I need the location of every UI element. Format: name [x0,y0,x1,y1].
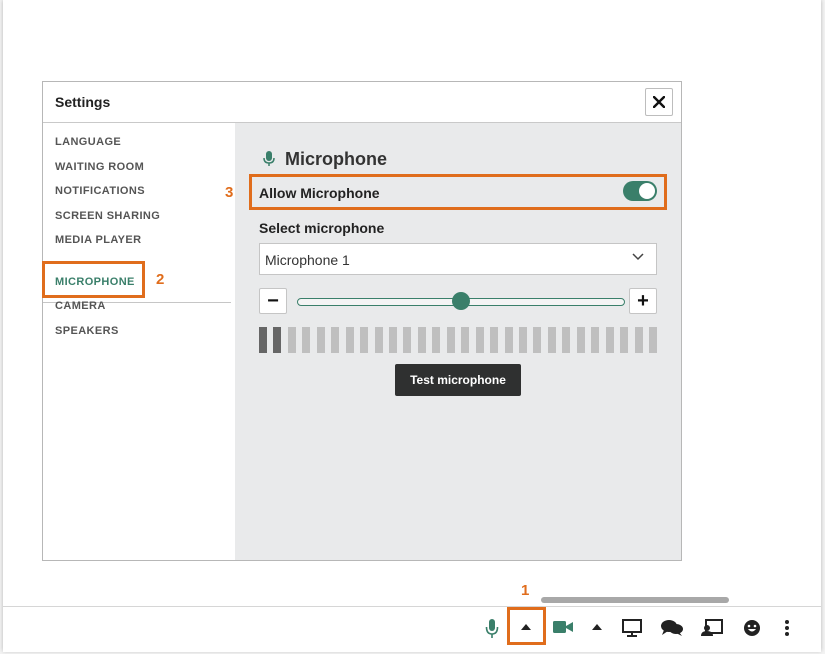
meter-segment [259,327,267,353]
annotation-box-2 [42,261,145,298]
annotation-number-1: 1 [521,582,530,599]
meter-segment [418,327,426,353]
more-icon[interactable] [784,619,790,637]
meter-segment [461,327,469,353]
sidebar-item-language[interactable]: LANGUAGE [55,136,121,148]
select-microphone-label: Select microphone [259,220,385,236]
meter-segment [273,327,281,353]
horizontal-scrollbar[interactable] [541,597,729,603]
volume-slider-thumb[interactable] [452,292,470,310]
sidebar-item-speakers[interactable]: SPEAKERS [55,325,119,337]
meter-segment [490,327,498,353]
bottom-toolbar [3,606,821,652]
meter-segment [606,327,614,353]
volume-increase-button[interactable]: + [629,288,657,314]
test-microphone-button[interactable]: Test microphone [395,364,521,396]
dialog-header: Settings [43,82,681,123]
meter-segment [346,327,354,353]
microphone-select-value: Microphone 1 [265,252,350,268]
meter-segment [432,327,440,353]
annotation-number-2: 2 [156,271,165,288]
annotation-box-3 [249,174,667,210]
settings-sidebar: LANGUAGE WAITING ROOM NOTIFICATIONS SCRE… [43,123,235,560]
monitor-icon[interactable] [622,619,642,637]
sidebar-item-notifications[interactable]: NOTIFICATIONS [55,185,145,197]
close-button[interactable] [645,88,673,116]
meter-segment [375,327,383,353]
meter-segment [505,327,513,353]
meter-segment [635,327,643,353]
meter-segment [562,327,570,353]
chat-icon[interactable] [661,619,683,637]
meter-segment [476,327,484,353]
meter-segment [548,327,556,353]
meter-segment [447,327,455,353]
microphone-icon [263,151,275,166]
settings-dialog: Settings LANGUAGE WAITING ROOM NOTIFICAT… [42,81,682,561]
annotation-box-1 [507,607,546,645]
meter-segment [302,327,310,353]
microphone-select[interactable]: Microphone 1 [259,243,657,275]
meter-segment [389,327,397,353]
volume-decrease-button[interactable]: − [259,288,287,314]
meter-segment [288,327,296,353]
meter-segment [577,327,585,353]
microphone-icon[interactable] [485,619,499,639]
meter-segment [591,327,599,353]
camera-icon[interactable] [553,620,573,634]
meter-segment [533,327,541,353]
meter-segment [317,327,325,353]
sidebar-item-screen-sharing[interactable]: SCREEN SHARING [55,210,160,222]
sidebar-item-media-player[interactable]: MEDIA PLAYER [55,234,142,246]
microphone-level-meter [259,327,657,353]
minus-icon: − [267,289,279,312]
close-icon [653,96,665,108]
cast-icon[interactable] [701,619,723,637]
emoji-icon[interactable] [743,619,761,637]
chevron-down-icon [632,253,644,261]
caret-up-icon[interactable] [591,623,603,631]
meter-segment [519,327,527,353]
sidebar-item-waiting-room[interactable]: WAITING ROOM [55,161,144,173]
annotation-number-3: 3 [225,184,234,201]
meter-segment [360,327,368,353]
meter-segment [331,327,339,353]
sidebar-item-camera[interactable]: CAMERA [55,300,106,312]
dialog-title: Settings [55,94,111,110]
meter-segment [649,327,657,353]
section-title: Microphone [285,149,387,169]
volume-slider[interactable] [297,292,625,310]
plus-icon: + [637,289,649,312]
meter-segment [620,327,628,353]
meter-segment [403,327,411,353]
